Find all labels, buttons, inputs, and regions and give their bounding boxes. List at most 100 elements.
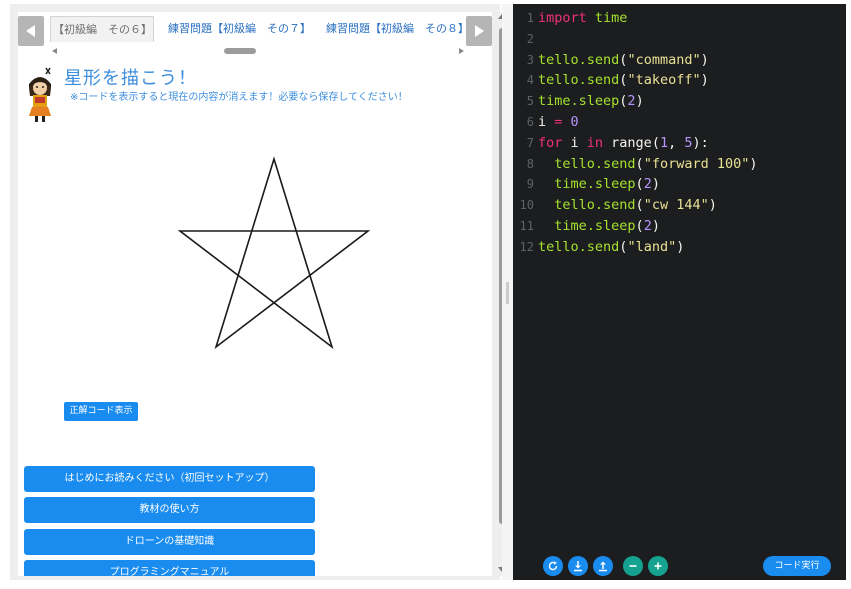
- code-text: time.sleep(2): [538, 174, 660, 195]
- code-area[interactable]: 1 import time 2 3 tello.send("command") 4 tell…: [513, 8, 846, 258]
- scroll-left-icon[interactable]: [52, 48, 57, 54]
- code-token: ): [651, 176, 660, 193]
- code-text: tello.send("land"): [538, 237, 684, 258]
- tab-practice-7[interactable]: 練習問題【初級編 その７】: [168, 16, 311, 42]
- chevron-right-icon: [475, 25, 484, 37]
- code-token: send: [586, 72, 620, 89]
- show-answer-button[interactable]: 正解コード表示: [64, 402, 138, 421]
- code-token: tello.: [538, 155, 604, 172]
- code-line[interactable]: 8 tello.send("forward 100"): [513, 154, 846, 175]
- code-text: time.sleep(2): [538, 216, 660, 237]
- code-token: for: [538, 134, 563, 151]
- code-line[interactable]: 2: [513, 29, 846, 50]
- code-token: in: [586, 134, 604, 151]
- code-token: ): [700, 72, 709, 89]
- code-line[interactable]: 1 import time: [513, 8, 846, 29]
- code-token: import: [538, 10, 587, 26]
- code-token: tello.: [538, 51, 587, 68]
- editor-toolbar: コード実行: [513, 554, 846, 580]
- code-token: 2: [627, 93, 636, 110]
- zoom-out-button[interactable]: [623, 556, 643, 576]
- line-number: 5: [526, 94, 534, 109]
- code-token: 2: [643, 176, 652, 193]
- code-token: time.: [538, 93, 579, 110]
- lesson-pane: 【初級編 その６】 練習問題【初級編 その７】 練習問題【初級編 その８】 星形…: [10, 4, 508, 580]
- tab-bar: 【初級編 その６】 練習問題【初級編 その７】 練習問題【初級編 その８】: [18, 12, 492, 56]
- zoom-out-icon: [629, 565, 637, 567]
- tab-beginner-6[interactable]: 【初級編 その６】: [50, 16, 154, 42]
- code-token: send: [586, 238, 620, 255]
- code-token: tello.: [538, 72, 587, 89]
- code-line[interactable]: 6i = 0: [513, 112, 846, 133]
- code-token: 0: [570, 113, 579, 130]
- code-token: ): [635, 93, 644, 110]
- code-token: time: [594, 10, 628, 26]
- code-text: tello.send("command"): [538, 50, 709, 71]
- download-button[interactable]: [568, 556, 588, 576]
- code-token: ): [749, 155, 758, 172]
- code-token: "forward 100": [643, 155, 750, 172]
- menu-read-first-button[interactable]: はじめにお読みください（初回セットアップ）: [24, 466, 315, 492]
- menu-drone-basics-button[interactable]: ドローンの基礎知識: [24, 529, 315, 555]
- line-number: 6: [526, 114, 534, 129]
- code-line[interactable]: 3 tello.send("command"): [513, 50, 846, 71]
- code-text: for i in range(1, 5):: [538, 133, 709, 154]
- line-number: 8: [526, 156, 534, 171]
- code-line[interactable]: 9 time.sleep(2): [513, 174, 846, 195]
- code-token: sleep: [594, 217, 636, 234]
- scroll-right-icon[interactable]: [459, 48, 464, 54]
- code-token: (: [635, 155, 644, 172]
- reload-icon: [548, 561, 558, 571]
- code-token: range(: [603, 134, 660, 151]
- star-drawing: [177, 156, 371, 350]
- code-token: ): [700, 51, 709, 68]
- tab-list: 【初級編 その６】 練習問題【初級編 その７】 練習問題【初級編 その８】: [44, 12, 466, 42]
- tab-next-button[interactable]: [466, 16, 492, 46]
- line-number: 7: [526, 135, 534, 150]
- code-line[interactable]: 4 tello.send("takeoff"): [513, 70, 846, 91]
- code-line[interactable]: 7 for i in range(1, 5):: [513, 133, 846, 154]
- code-token: "command": [627, 51, 701, 68]
- tab-scrollbar[interactable]: [44, 48, 466, 54]
- code-token: "cw 144": [643, 197, 709, 214]
- code-token: tello.: [538, 197, 604, 214]
- code-text: tello.send("forward 100"): [538, 154, 758, 175]
- upload-button[interactable]: [593, 556, 613, 576]
- code-token: send: [603, 197, 636, 214]
- reload-button[interactable]: [543, 556, 563, 576]
- zoom-in-button[interactable]: [648, 556, 668, 576]
- lesson-content: 星形を描こう！ ※コードを表示すると現在の内容が消えます！必要なら保存してくださ…: [18, 56, 492, 576]
- code-token: ): [651, 217, 660, 234]
- code-line[interactable]: 5 time.sleep(2): [513, 91, 846, 112]
- code-token: i: [562, 134, 587, 151]
- code-line[interactable]: 12 tello.send("land"): [513, 237, 846, 258]
- code-token: 2: [643, 217, 652, 234]
- pane-resize-handle[interactable]: [502, 4, 513, 580]
- upload-icon: [599, 561, 607, 572]
- code-token: (: [635, 197, 644, 214]
- menu-how-to-use-button[interactable]: 教材の使い方: [24, 497, 315, 523]
- code-text: time.sleep(2): [538, 91, 644, 112]
- line-number: 3: [526, 52, 534, 67]
- line-number: 4: [526, 73, 534, 88]
- tab-prev-button[interactable]: [18, 16, 44, 46]
- line-number: 10: [519, 198, 534, 213]
- line-number: 11: [519, 218, 534, 233]
- code-token: tello.: [538, 238, 587, 255]
- zoom-in-icon: [654, 562, 662, 570]
- code-line[interactable]: 11 time.sleep(2): [513, 216, 846, 237]
- code-token: send: [586, 51, 620, 68]
- line-number: 1: [526, 11, 534, 25]
- code-token: send: [603, 155, 636, 172]
- chevron-left-icon: [26, 25, 35, 37]
- tab-scroll-thumb[interactable]: [224, 48, 256, 54]
- tab-practice-8[interactable]: 練習問題【初級編 その８】: [326, 16, 466, 42]
- menu-programming-manual-button[interactable]: プログラミングマニュアル: [24, 560, 315, 576]
- code-editor[interactable]: 1 import time 2 3 tello.send("command") 4 tell…: [513, 4, 846, 580]
- run-code-button[interactable]: コード実行: [763, 556, 831, 576]
- code-text: tello.send("cw 144"): [538, 195, 717, 216]
- code-line[interactable]: 10 tello.send("cw 144"): [513, 195, 846, 216]
- code-token: sleep: [578, 93, 620, 110]
- code-text: import time: [538, 8, 627, 29]
- line-number: 12: [519, 239, 534, 254]
